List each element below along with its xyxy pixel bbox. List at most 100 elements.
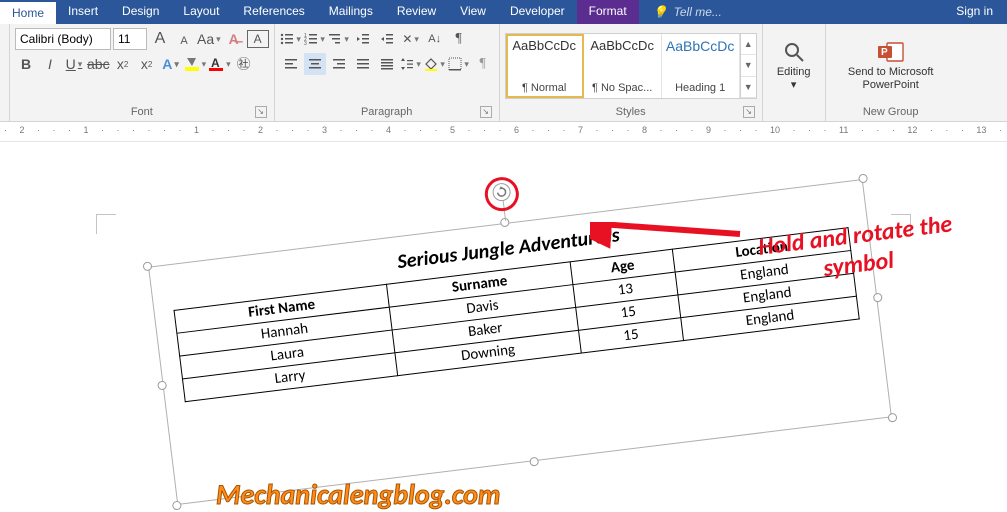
tab-layout[interactable]: Layout bbox=[171, 0, 231, 24]
enclose-characters-button[interactable]: ㊓ bbox=[233, 53, 255, 75]
font-name-combo[interactable] bbox=[15, 28, 111, 50]
styles-gallery[interactable]: AaBbCcDc ¶ Normal AaBbCcDc ¶ No Spac... … bbox=[505, 33, 757, 99]
borders-button[interactable] bbox=[448, 53, 470, 75]
watermark-text: Mechanicalengblog.com bbox=[216, 477, 500, 512]
font-color-button[interactable]: A bbox=[208, 53, 231, 75]
resize-handle-bl[interactable] bbox=[172, 501, 182, 511]
style-no-spacing[interactable]: AaBbCcDc ¶ No Spac... bbox=[584, 34, 662, 98]
send-to-powerpoint-label: Send to Microsoft PowerPoint bbox=[848, 66, 934, 92]
styles-dialog-launcher[interactable]: ↘ bbox=[743, 106, 755, 118]
style-preview: AaBbCcDc bbox=[666, 38, 734, 54]
styles-scroll[interactable]: ▲ ▼ ▼ bbox=[740, 34, 756, 98]
justify-icon bbox=[356, 57, 370, 71]
send-to-powerpoint-button[interactable]: P Send to Microsoft PowerPoint bbox=[831, 33, 951, 99]
horizontal-ruler[interactable]: · 2 · · · 1 · · · · · · 1 · · · 2 · · · … bbox=[0, 122, 1007, 142]
resize-handle-br[interactable] bbox=[887, 413, 897, 423]
paragraph-group: 123 ✕ A↓ ¶ bbox=[275, 24, 500, 121]
tab-insert[interactable]: Insert bbox=[56, 0, 110, 24]
sign-in-link[interactable]: Sign in bbox=[942, 0, 1007, 24]
highlight-button[interactable] bbox=[184, 53, 207, 75]
italic-button[interactable]: I bbox=[39, 53, 61, 75]
change-case-button[interactable]: Aa bbox=[197, 28, 221, 50]
resize-handle-tr[interactable] bbox=[858, 173, 868, 183]
justify-button[interactable] bbox=[352, 53, 374, 75]
outdent-icon bbox=[356, 32, 370, 46]
tab-format[interactable]: Format bbox=[577, 0, 639, 24]
style-name: ¶ Normal bbox=[522, 82, 566, 94]
tab-developer[interactable]: Developer bbox=[498, 0, 577, 24]
paragraph-group-label: Paragraph ↘ bbox=[280, 104, 494, 121]
style-name: Heading 1 bbox=[675, 82, 725, 94]
text-box[interactable]: Serious Jungle Adventurers First Name Su… bbox=[148, 179, 892, 505]
powerpoint-icon: P bbox=[877, 41, 905, 63]
new-group-label: New Group bbox=[831, 104, 951, 121]
tell-me-search[interactable]: 💡 Tell me... bbox=[639, 0, 736, 24]
styles-expand[interactable]: ▼ bbox=[741, 77, 756, 98]
increase-indent-button[interactable] bbox=[376, 28, 398, 50]
ruler-marks: · 2 · · · 1 · · · · · · 1 · · · 2 · · · … bbox=[4, 125, 1007, 135]
styles-scroll-down[interactable]: ▼ bbox=[741, 55, 756, 76]
style-preview: AaBbCcDc bbox=[512, 38, 576, 53]
paragraph-dialog-launcher[interactable]: ↘ bbox=[480, 106, 492, 118]
font-dialog-launcher[interactable]: ↘ bbox=[255, 106, 267, 118]
text-effects-button[interactable]: A bbox=[160, 53, 182, 75]
strikethrough-button[interactable]: abc bbox=[87, 53, 110, 75]
resize-handle-mr[interactable] bbox=[873, 293, 883, 303]
font-size-combo[interactable] bbox=[113, 28, 147, 50]
ribbon: A A Aa A̶ A B I U abc x2 x2 A A ㊓ bbox=[0, 24, 1007, 122]
shading-button[interactable] bbox=[424, 53, 446, 75]
show-paragraph-marks-alt[interactable]: ¶ bbox=[472, 53, 494, 75]
style-normal[interactable]: AaBbCcDc ¶ Normal bbox=[506, 34, 584, 98]
tab-mailings[interactable]: Mailings bbox=[317, 0, 385, 24]
document-area[interactable]: Serious Jungle Adventurers First Name Su… bbox=[0, 142, 1007, 510]
editing-group-label bbox=[768, 104, 820, 121]
multilevel-list-button[interactable] bbox=[328, 28, 350, 50]
styles-scroll-up[interactable]: ▲ bbox=[741, 34, 756, 55]
ribbon-tabbar: Home Insert Design Layout References Mai… bbox=[0, 0, 1007, 24]
svg-text:A: A bbox=[211, 56, 220, 70]
bold-button[interactable]: B bbox=[15, 53, 37, 75]
rotate-handle[interactable] bbox=[492, 182, 512, 202]
sort-button[interactable]: A↓ bbox=[424, 28, 446, 50]
shrink-font-button[interactable]: A bbox=[173, 30, 195, 52]
align-center-button[interactable] bbox=[304, 53, 326, 75]
editing-group: Editing▾ bbox=[763, 24, 826, 121]
subscript-button[interactable]: x2 bbox=[112, 53, 134, 75]
highlight-icon bbox=[184, 56, 200, 72]
svg-text:3: 3 bbox=[304, 41, 307, 46]
align-right-button[interactable] bbox=[328, 53, 350, 75]
distributed-icon bbox=[380, 57, 394, 71]
bullets-button[interactable] bbox=[280, 28, 302, 50]
font-group: A A Aa A̶ A B I U abc x2 x2 A A ㊓ bbox=[10, 24, 275, 121]
clipboard-group-edge bbox=[0, 24, 10, 121]
tab-review[interactable]: Review bbox=[385, 0, 448, 24]
styles-group: AaBbCcDc ¶ Normal AaBbCcDc ¶ No Spac... … bbox=[500, 24, 763, 121]
style-heading-1[interactable]: AaBbCcDc Heading 1 bbox=[662, 34, 740, 98]
svg-text:P: P bbox=[881, 47, 888, 58]
tab-view[interactable]: View bbox=[448, 0, 498, 24]
numbering-button[interactable]: 123 bbox=[304, 28, 326, 50]
tab-design[interactable]: Design bbox=[110, 0, 171, 24]
new-group: P Send to Microsoft PowerPoint New Group bbox=[826, 24, 956, 121]
align-left-icon bbox=[284, 57, 298, 71]
asian-layout-button[interactable]: ✕ bbox=[400, 28, 422, 50]
underline-button[interactable]: U bbox=[63, 53, 85, 75]
line-spacing-button[interactable] bbox=[400, 53, 422, 75]
show-hide-marks-button[interactable]: ¶ bbox=[448, 28, 470, 50]
bullets-icon bbox=[280, 32, 294, 46]
clear-formatting-button[interactable]: A̶ bbox=[223, 28, 245, 50]
character-border-button[interactable]: A bbox=[247, 30, 269, 48]
numbering-icon: 123 bbox=[304, 32, 318, 46]
superscript-button[interactable]: x2 bbox=[136, 53, 158, 75]
align-center-icon bbox=[308, 57, 322, 71]
find-icon bbox=[783, 41, 805, 63]
line-spacing-icon bbox=[400, 57, 414, 71]
editing-button[interactable]: Editing▾ bbox=[768, 33, 820, 99]
tab-references[interactable]: References bbox=[231, 0, 316, 24]
tab-home[interactable]: Home bbox=[0, 0, 56, 24]
resize-handle-bc[interactable] bbox=[529, 457, 539, 467]
align-left-button[interactable] bbox=[280, 53, 302, 75]
grow-font-button[interactable]: A bbox=[149, 28, 171, 50]
distributed-button[interactable] bbox=[376, 53, 398, 75]
decrease-indent-button[interactable] bbox=[352, 28, 374, 50]
